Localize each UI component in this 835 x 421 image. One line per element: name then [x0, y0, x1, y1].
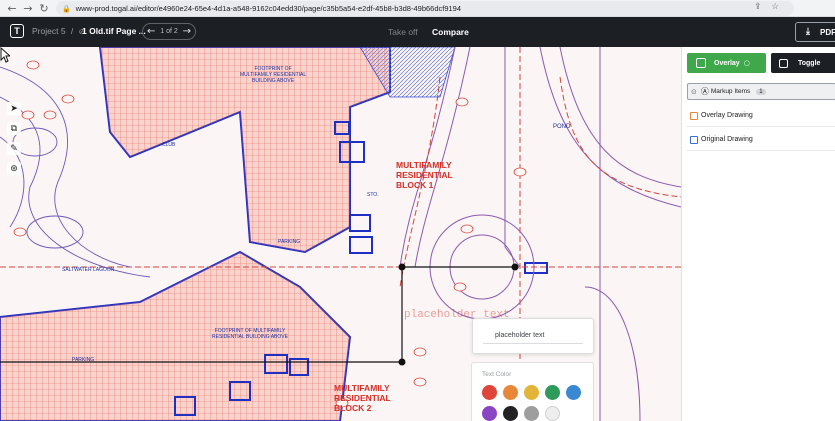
- color-swatch[interactable]: [566, 385, 581, 400]
- label-pond: POND: [553, 124, 571, 130]
- compare-side-panel: Overlay ○ Toggle ⊙ Ⓐ Markup Items 1 Over…: [681, 47, 835, 421]
- browser-actions: ⇪ ☆: [754, 2, 779, 12]
- copy-icon[interactable]: ⧉: [7, 122, 21, 135]
- text-color-panel: Text Color: [471, 362, 594, 421]
- layer-label: Overlay Drawing: [701, 112, 753, 119]
- markup-count-badge: 1: [756, 88, 766, 95]
- star-icon[interactable]: ☆: [771, 2, 779, 12]
- app-logo[interactable]: T: [10, 24, 24, 38]
- app-header: T Project 5 / ⊘ 1 Old.tif Page ... ← 1 o…: [0, 17, 835, 47]
- label-block1-line3: BLOCK 1: [396, 180, 434, 190]
- pdf-label: PDF: [819, 27, 835, 37]
- breadcrumb-project[interactable]: Project 5: [32, 26, 66, 36]
- info-icon: ○: [743, 59, 750, 67]
- lock-icon: 🔒: [62, 4, 71, 13]
- toggle-button[interactable]: Toggle: [771, 53, 835, 73]
- color-swatch[interactable]: [503, 385, 518, 400]
- share-icon[interactable]: ⇪: [754, 2, 761, 12]
- label-footprint-bottom: FOOTPRINT OF MULTIFAMILY RESIDENTIAL BUI…: [212, 328, 288, 340]
- toggle-icon: [779, 58, 788, 68]
- label-footprint-bottom-line2: RESIDENTIAL BUILDING ABOVE: [212, 334, 288, 340]
- page-navigator: ← 1 of 2 →: [142, 23, 196, 40]
- drawing-canvas[interactable]: ➤ ⧉ ✎ ⊛ MULTIFAMILY RESIDENTIAL BLOCK 1 …: [0, 47, 681, 421]
- color-swatch-grid: [482, 385, 590, 421]
- label-block2-line2: RESIDENTIAL: [334, 393, 391, 403]
- download-icon: ⤓: [806, 27, 810, 37]
- breadcrumb-separator: /: [70, 26, 74, 36]
- toggle-label: Toggle: [798, 59, 821, 67]
- markup-items-header[interactable]: ⊙ Ⓐ Markup Items 1: [687, 83, 835, 100]
- original-layer-icon: [690, 135, 698, 144]
- annotate-icon[interactable]: ⊛: [7, 162, 21, 175]
- label-block2-line3: BLOCK 2: [334, 403, 372, 413]
- label-block1-line1: MULTIFAMILY: [396, 160, 452, 170]
- layer-original-drawing[interactable]: Original Drawing: [687, 129, 835, 151]
- color-swatch[interactable]: [545, 406, 560, 421]
- prev-page-icon[interactable]: ←: [147, 26, 155, 37]
- tab-compare[interactable]: Compare: [432, 27, 469, 37]
- label-block1: MULTIFAMILY RESIDENTIAL BLOCK 1: [396, 160, 453, 190]
- label-block2-line1: MULTIFAMILY: [334, 383, 390, 393]
- next-page-icon[interactable]: →: [183, 26, 191, 37]
- breadcrumb: Project 5 / ⊘: [32, 26, 85, 36]
- page-indicator: 1 of 2: [160, 28, 178, 35]
- markup-items-label: Markup Items: [710, 88, 751, 95]
- overlay-label: Overlay: [714, 59, 740, 67]
- color-swatch[interactable]: [524, 406, 539, 421]
- mouse-cursor-icon: [0, 47, 10, 63]
- color-swatch[interactable]: [482, 406, 497, 421]
- color-swatch[interactable]: [545, 385, 560, 400]
- drawing-toolbar: ➤ ⧉ ✎ ⊛: [6, 102, 22, 175]
- label-parking-1: PARKING: [278, 239, 301, 245]
- text-color-title: Text Color: [482, 371, 512, 378]
- label-footprint-top-line3: BUILDING ABOVE: [252, 78, 295, 84]
- color-swatch[interactable]: [524, 385, 539, 400]
- pdf-download-button[interactable]: ⤓ PDF: [795, 22, 835, 42]
- text-annotation-popover: placeholder text: [472, 318, 594, 354]
- overlay-icon: [696, 58, 706, 68]
- label-block1-line2: RESIDENTIAL: [396, 170, 453, 180]
- pointer-icon[interactable]: ➤: [7, 102, 21, 115]
- color-swatch[interactable]: [482, 385, 497, 400]
- layer-label: Original Drawing: [701, 136, 753, 143]
- label-club: CLUB: [162, 142, 176, 148]
- overlay-button[interactable]: Overlay ○: [687, 53, 766, 73]
- color-swatch[interactable]: [503, 406, 518, 421]
- arrow-left-icon[interactable]: ←: [4, 0, 20, 16]
- label-parking-2: PARKING: [72, 357, 95, 363]
- annotate-icon: Ⓐ: [700, 87, 709, 96]
- file-name[interactable]: 1 Old.tif Page ...: [82, 26, 146, 36]
- label-sto: STO.: [367, 192, 379, 198]
- label-block2: MULTIFAMILY RESIDENTIAL BLOCK 2: [334, 383, 391, 413]
- address-bar[interactable]: 🔒 www-prod.togal.ai/editor/e4960e24-65e4…: [56, 1, 794, 16]
- annotation-text-input[interactable]: placeholder text: [483, 328, 583, 344]
- reload-icon[interactable]: ↻: [36, 0, 52, 16]
- layer-overlay-drawing[interactable]: Overlay Drawing: [687, 105, 835, 127]
- label-saltwater: SALTWATER LAGOON: [62, 267, 115, 273]
- tab-takeoff[interactable]: Take off: [388, 27, 418, 37]
- arrow-right-icon[interactable]: →: [20, 0, 36, 16]
- ruler-icon[interactable]: ✎: [7, 142, 21, 155]
- collapse-icon[interactable]: ⊙: [691, 88, 697, 96]
- browser-toolbar: ← → ↻ 🔒 www-prod.togal.ai/editor/e4960e2…: [0, 0, 835, 17]
- overlay-layer-icon: [690, 111, 698, 120]
- label-footprint-top: FOOTPRINT OF MULTIFAMILY RESIDENTIAL BUI…: [240, 66, 306, 84]
- url-text: www-prod.togal.ai/editor/e4960e24-65e4-4…: [75, 4, 462, 13]
